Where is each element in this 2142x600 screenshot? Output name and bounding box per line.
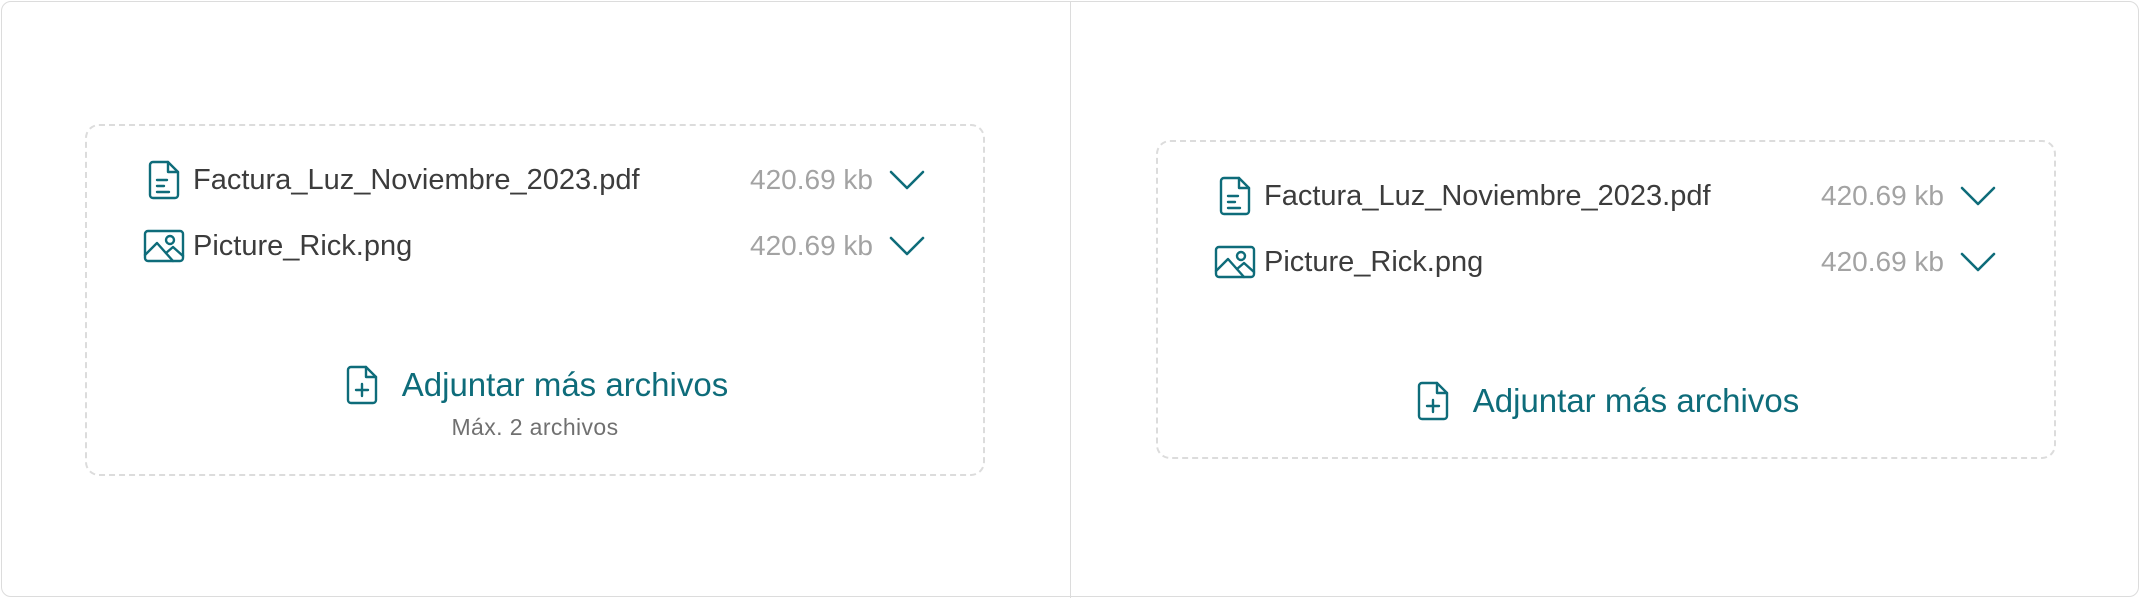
file-add-icon — [342, 363, 382, 407]
file-size: 420.69 kb — [1821, 246, 1944, 277]
file-name: Factura_Luz_Noviembre_2023.pdf — [193, 163, 640, 196]
attach-more-label: Adjuntar más archivos — [1472, 382, 1800, 419]
image-icon — [1214, 241, 1256, 283]
file-add-icon — [1413, 379, 1453, 423]
file-size: 420.69 kb — [750, 164, 873, 195]
attach-more-button[interactable]: Adjuntar más archivos — [1158, 379, 2054, 423]
file-dropzone[interactable]: Factura_Luz_Noviembre_2023.pdf 420.69 kb… — [85, 124, 985, 476]
file-item[interactable]: Picture_Rick.png 420.69 kb — [143, 224, 927, 268]
file-item[interactable]: Factura_Luz_Noviembre_2023.pdf 420.69 kb — [143, 158, 927, 202]
panel-divider — [1070, 1, 1071, 598]
file-name: Picture_Rick.png — [1264, 245, 1484, 278]
max-files-note: Máx. 2 archivos — [451, 414, 619, 440]
file-item[interactable]: Picture_Rick.png 420.69 kb — [1214, 240, 1998, 284]
file-size: 420.69 kb — [750, 230, 873, 261]
file-size: 420.69 kb — [1821, 180, 1944, 211]
file-name: Picture_Rick.png — [193, 229, 413, 262]
chevron-down-icon[interactable] — [887, 160, 927, 200]
chevron-down-icon[interactable] — [887, 226, 927, 266]
file-dropzone[interactable]: Factura_Luz_Noviembre_2023.pdf 420.69 kb… — [1156, 140, 2056, 459]
document-icon — [1214, 175, 1256, 217]
chevron-down-icon[interactable] — [1958, 242, 1998, 282]
file-name: Factura_Luz_Noviembre_2023.pdf — [1264, 179, 1711, 212]
chevron-down-icon[interactable] — [1958, 176, 1998, 216]
image-icon — [143, 225, 185, 267]
document-icon — [143, 159, 185, 201]
file-item[interactable]: Factura_Luz_Noviembre_2023.pdf 420.69 kb — [1214, 174, 1998, 218]
attach-more-label: Adjuntar más archivos — [401, 366, 729, 403]
attach-more-button[interactable]: Adjuntar más archivos — [87, 363, 983, 407]
